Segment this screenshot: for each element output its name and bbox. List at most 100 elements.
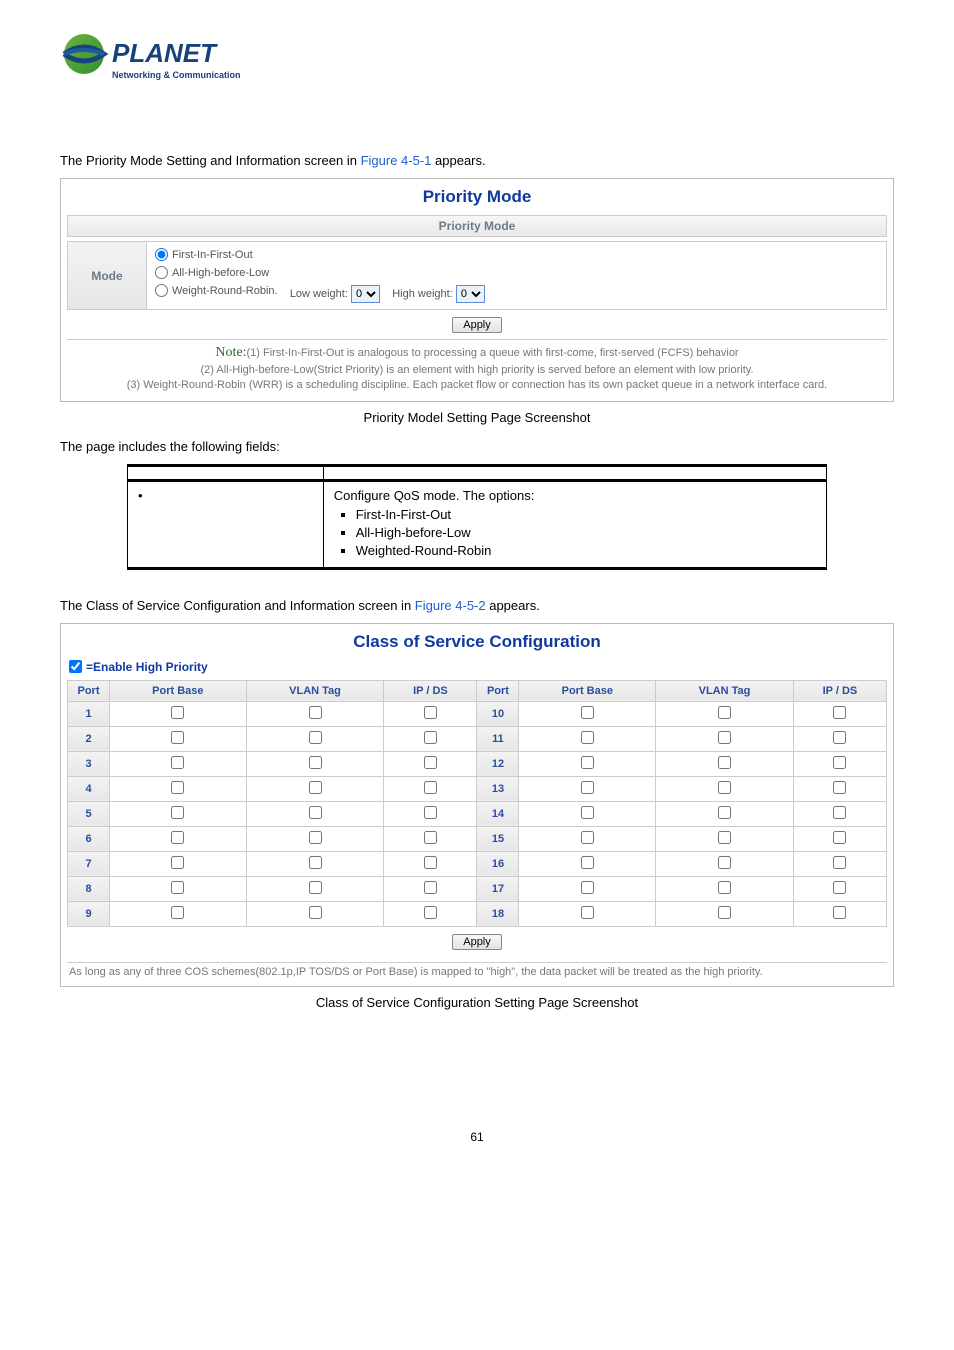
cos-checkbox[interactable] (171, 881, 184, 894)
cos-checkbox[interactable] (581, 881, 594, 894)
note-line-2: (2) All-High-before-Low(Strict Priority)… (200, 364, 753, 376)
radio-ahbl-input[interactable] (155, 266, 168, 279)
cos-checkbox[interactable] (833, 856, 846, 869)
fields-intro: The page includes the following fields: (60, 439, 894, 454)
cos-cell (110, 701, 247, 726)
cos-cell (246, 901, 384, 926)
cos-th-portbase: Port Base (110, 680, 247, 701)
cos-port-cell: 6 (68, 826, 110, 851)
cos-cell (246, 826, 384, 851)
section1-intro: The Priority Mode Setting and Informatio… (60, 153, 894, 168)
cos-checkbox[interactable] (718, 806, 731, 819)
low-weight-select[interactable]: 0 (351, 285, 380, 303)
cos-port-cell: 7 (68, 851, 110, 876)
section1-intro-prefix: The Priority Mode Setting and Informatio… (60, 153, 361, 168)
cos-cell (519, 851, 656, 876)
table-row: 3 12 (68, 751, 887, 776)
radio-fifo[interactable]: First-In-First-Out (155, 248, 253, 261)
radio-fifo-input[interactable] (155, 248, 168, 261)
priority-apply-button[interactable]: Apply (452, 317, 502, 333)
high-weight-select[interactable]: 0 (456, 285, 485, 303)
cos-checkbox[interactable] (718, 756, 731, 769)
cos-checkbox[interactable] (424, 881, 437, 894)
cos-cell (384, 851, 477, 876)
cos-port-cell: 11 (477, 726, 519, 751)
cos-cell (519, 801, 656, 826)
enable-high-priority-checkbox[interactable] (69, 660, 82, 673)
cos-checkbox[interactable] (171, 781, 184, 794)
cos-checkbox[interactable] (718, 731, 731, 744)
table-row: 716 (68, 851, 887, 876)
cos-checkbox[interactable] (309, 756, 322, 769)
cos-checkbox[interactable] (171, 706, 184, 719)
cos-cell (246, 726, 384, 751)
cos-checkbox[interactable] (424, 831, 437, 844)
cos-checkbox[interactable] (718, 856, 731, 869)
cos-cell (246, 801, 384, 826)
radio-fifo-label: First-In-First-Out (172, 249, 253, 261)
radio-ahbl[interactable]: All-High-before-Low (155, 266, 269, 279)
cos-checkbox[interactable] (718, 831, 731, 844)
cos-checkbox[interactable] (581, 906, 594, 919)
cos-cell (110, 901, 247, 926)
cos-checkbox[interactable] (833, 781, 846, 794)
cos-checkbox[interactable] (833, 831, 846, 844)
cos-checkbox[interactable] (309, 856, 322, 869)
cos-checkbox[interactable] (581, 731, 594, 744)
cos-checkbox[interactable] (718, 906, 731, 919)
cos-checkbox[interactable] (309, 731, 322, 744)
cos-checkbox[interactable] (424, 731, 437, 744)
cos-checkbox[interactable] (309, 906, 322, 919)
cos-apply-button[interactable]: Apply (452, 934, 502, 950)
header: PLANET Networking & Communication (60, 30, 894, 93)
cos-checkbox[interactable] (833, 731, 846, 744)
cos-cell (793, 801, 886, 826)
cos-cell (519, 726, 656, 751)
cos-checkbox[interactable] (309, 706, 322, 719)
cos-cell (384, 726, 477, 751)
cos-checkbox[interactable] (424, 756, 437, 769)
cos-cell (656, 701, 794, 726)
cos-checkbox[interactable] (581, 831, 594, 844)
cos-checkbox[interactable] (581, 856, 594, 869)
cos-table: Port Port Base VLAN Tag IP / DS Port Por… (67, 680, 887, 927)
cos-checkbox[interactable] (171, 906, 184, 919)
cos-cell (656, 826, 794, 851)
cos-checkbox[interactable] (581, 781, 594, 794)
cos-checkbox[interactable] (581, 756, 594, 769)
radio-wrr[interactable]: Weight-Round-Robin. (155, 284, 278, 297)
cos-port-cell: 12 (477, 751, 519, 776)
cos-checkbox[interactable] (424, 806, 437, 819)
cos-checkbox[interactable] (833, 906, 846, 919)
cos-checkbox[interactable] (718, 706, 731, 719)
cos-cell (656, 901, 794, 926)
cos-port-cell: 3 (68, 751, 110, 776)
cos-checkbox[interactable] (424, 781, 437, 794)
cos-checkbox[interactable] (833, 756, 846, 769)
cos-checkbox[interactable] (171, 806, 184, 819)
cos-checkbox[interactable] (581, 706, 594, 719)
desc-item: All-High-before-Low (356, 525, 816, 540)
cos-checkbox[interactable] (833, 706, 846, 719)
caption-1: Priority Model Setting Page Screenshot (60, 410, 894, 425)
cos-checkbox[interactable] (424, 906, 437, 919)
cos-checkbox[interactable] (171, 756, 184, 769)
cos-checkbox[interactable] (309, 881, 322, 894)
cos-checkbox[interactable] (424, 706, 437, 719)
cos-checkbox[interactable] (171, 856, 184, 869)
cos-checkbox[interactable] (424, 856, 437, 869)
cos-checkbox[interactable] (718, 781, 731, 794)
cos-checkbox[interactable] (171, 831, 184, 844)
cos-checkbox[interactable] (309, 781, 322, 794)
cos-checkbox[interactable] (309, 831, 322, 844)
cos-th-ipds: IP / DS (793, 680, 886, 701)
cos-checkbox[interactable] (833, 806, 846, 819)
cos-checkbox[interactable] (718, 881, 731, 894)
cos-checkbox[interactable] (581, 806, 594, 819)
cos-checkbox[interactable] (171, 731, 184, 744)
section1-intro-suffix: appears. (431, 153, 485, 168)
radio-wrr-input[interactable] (155, 284, 168, 297)
cos-checkbox[interactable] (309, 806, 322, 819)
cos-cell (384, 801, 477, 826)
cos-checkbox[interactable] (833, 881, 846, 894)
